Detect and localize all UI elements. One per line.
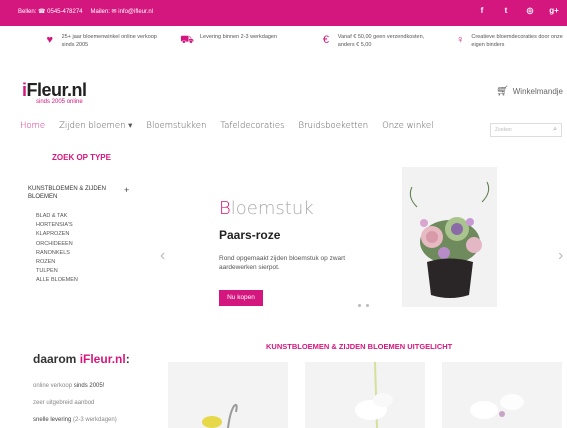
pinterest-icon[interactable]: ◎ [525, 6, 535, 15]
slide-subtitle: Paars-roze [219, 228, 281, 242]
cart-link[interactable]: 🛒︎ Winkelmandje [496, 86, 563, 97]
slider-next-arrow[interactable]: › [558, 247, 563, 265]
why-heading: daarom iFleur.nl: [33, 352, 130, 366]
social-links: f t ◎ g+ [477, 6, 559, 15]
flower-arrangement-image [402, 167, 497, 307]
featured-product-card[interactable] [442, 362, 562, 428]
google-plus-icon[interactable]: g+ [549, 6, 559, 15]
phone-link[interactable]: Bellen: ☎ 0545-478274 [18, 8, 83, 15]
top-bar: Bellen: ☎ 0545-478274 Mailen: ✉ info@ifl… [0, 0, 567, 26]
lightbulb-icon: ♀ [456, 34, 465, 46]
logo-wordmark: iFleur.nl [22, 80, 87, 100]
nav-bloemstukken[interactable]: Bloemstukken [146, 121, 206, 131]
why-item: snelle levering (2-3 werkdagen) [33, 417, 117, 423]
logo-tagline: sinds 2005 online [36, 99, 83, 105]
twitter-icon[interactable]: t [501, 6, 511, 15]
mail-link[interactable]: Mailen: ✉ info@ifleur.nl [91, 8, 153, 15]
product-image [442, 362, 562, 428]
why-list: online verkoop sinds 2005! zeer uitgebre… [33, 378, 117, 428]
nav-onze-winkel[interactable]: Onze winkel [382, 121, 433, 131]
slider-dot[interactable] [366, 304, 369, 307]
why-item: zeer uitgebreid aanbod [33, 400, 95, 406]
category-item[interactable]: TULPEN [36, 267, 78, 276]
heart-icon: ♥ [46, 34, 54, 46]
why-item: online verkoop sinds 2005! [33, 383, 105, 389]
facebook-icon[interactable]: f [477, 6, 487, 15]
usp-text: 25+ jaar bloemenwinkel online verkoop si… [61, 34, 157, 48]
usp-delivery: ⛟ Levering binnen 2-3 werkdagen [180, 34, 290, 60]
featured-product-card[interactable] [305, 362, 425, 428]
contact-info: Bellen: ☎ 0545-478274 Mailen: ✉ info@ifl… [18, 8, 153, 15]
site-logo[interactable]: iFleur.nl sinds 2005 online [22, 80, 87, 105]
search-placeholder: Zoeken [495, 127, 512, 133]
featured-product-card[interactable] [168, 362, 288, 428]
nav-zijden-bloemen[interactable]: Zijden bloemen ▾ [59, 121, 132, 131]
euro-icon: € [322, 34, 329, 46]
usp-creative: ♀ Creatieve bloemdecoraties door onze ei… [455, 34, 565, 60]
sidebar-title: ZOEK OP TYPE [52, 153, 111, 162]
product-image [168, 362, 288, 428]
category-item[interactable]: HORTENSIA'S [36, 221, 78, 230]
nav-tafeldecoraties[interactable]: Tafeldecoraties [220, 121, 284, 131]
slider-prev-arrow[interactable]: ‹ [160, 247, 165, 265]
search-icon[interactable]: ⌕ [553, 126, 557, 134]
main-nav: Home Zijden bloemen ▾ Bloemstukken Tafel… [20, 121, 434, 131]
nav-bruidsboeketten[interactable]: Bruidsboeketten [299, 121, 369, 131]
category-item[interactable]: ALLE BLOEMEN [36, 276, 78, 285]
shopping-cart-icon: 🛒︎ [496, 86, 509, 97]
category-item[interactable]: ORCHIDEEEN [36, 240, 78, 249]
cart-label: Winkelmandje [512, 87, 563, 96]
category-heading[interactable]: KUNSTBLOEMEN & ZIJDEN BLOEMEN [28, 186, 108, 201]
usp-shipping: € Vanaf € 50,00 geen verzendkosten, ande… [320, 34, 440, 60]
nav-home[interactable]: Home [20, 121, 45, 131]
product-photo[interactable] [402, 167, 497, 307]
category-list: BLAD & TAK HORTENSIA'S KLAPROZEN ORCHIDE… [36, 212, 78, 286]
truck-icon: ⛟ [180, 34, 194, 46]
slide-title: Bloemstuk [219, 198, 314, 219]
buy-now-button[interactable]: Nu kopen [219, 290, 263, 306]
usp-experience: ♥ 25+ jaar bloemenwinkel online verkoop … [44, 34, 164, 60]
usp-text: Levering binnen 2-3 werkdagen [200, 34, 278, 40]
category-item[interactable]: BLAD & TAK [36, 212, 78, 221]
slider-dots [358, 304, 369, 307]
category-item[interactable]: KLAPROZEN [36, 230, 78, 239]
expand-icon[interactable]: + [124, 185, 129, 195]
usp-text: Vanaf € 50,00 geen verzendkosten, anders… [337, 34, 425, 48]
product-image [305, 362, 425, 428]
featured-heading: KUNSTBLOEMEN & ZIJDEN BLOEMEN UITGELICHT [266, 342, 453, 351]
category-item[interactable]: RANONKELS [36, 249, 78, 258]
search-input[interactable]: Zoeken ⌕ [490, 123, 562, 137]
usp-text: Creatieve bloemdecoraties door onze eige… [471, 34, 563, 48]
slide-description: Rond opgemaakt zijden bloemstuk op zwart… [219, 255, 346, 271]
slider-dot[interactable] [358, 304, 361, 307]
category-item[interactable]: ROZEN [36, 258, 78, 267]
